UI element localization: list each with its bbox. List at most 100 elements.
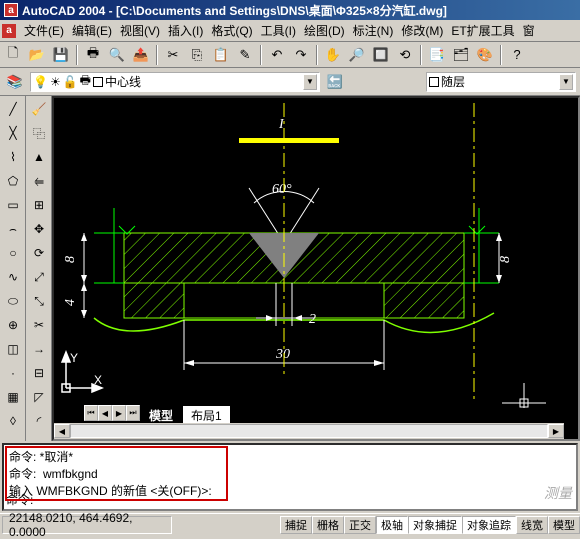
menubar: a 文件(E) 编辑(E) 视图(V) 插入(I) 格式(Q) 工具(I) 绘图… [0,20,580,42]
dim-bottom: 30 [275,347,290,362]
scale-tool[interactable]: ⤢ [28,266,50,288]
separator [420,45,422,65]
paste-button[interactable]: 📋 [210,44,232,66]
pan-button[interactable]: ✋ [322,44,344,66]
redo-button[interactable]: ↷ [290,44,312,66]
help-button[interactable]: ? [506,44,528,66]
layer-manager-button[interactable]: 📚 [4,71,26,93]
ucs-icon: Y X [58,350,104,399]
region-tool[interactable]: ◊ [2,410,24,432]
toolpalette-button[interactable]: 🎨 [474,44,496,66]
offset-tool[interactable]: ⥢ [28,170,50,192]
fillet-tool[interactable]: ◜ [28,410,50,432]
mirror-tool[interactable]: ▲ [28,146,50,168]
tab-next-button[interactable]: ▶ [112,405,126,421]
separator [156,45,158,65]
polygon-tool[interactable]: ⬠ [2,170,24,192]
scrollbar-horizontal[interactable]: ◀ ▶ [54,423,564,439]
scroll-right-button[interactable]: ▶ [548,424,564,438]
dim-h2: 4 [63,299,78,306]
ellipse-tool[interactable]: ⬭ [2,290,24,312]
layer-color-swatch [93,77,103,87]
scroll-left-button[interactable]: ◀ [54,424,70,438]
separator [500,45,502,65]
circle-tool[interactable]: ○ [2,242,24,264]
copy-button[interactable]: ⎘ [186,44,208,66]
app-icon: a [4,3,18,17]
document-icon[interactable]: a [2,24,16,38]
layer-dropdown[interactable]: 💡 ☀ 🔓 🖶 中心线 ▼ [30,72,320,92]
stretch-tool[interactable]: ⤡ [28,290,50,312]
line-tool[interactable]: ╱ [2,98,24,120]
cmd-line-2: 命令: wmfbkgnd [9,465,212,482]
toolbar-layers: 📚 💡 ☀ 🔓 🖶 中心线 ▼ 🔙 随层 ▼ [0,68,580,96]
tab-model[interactable]: 模型 [140,405,182,423]
array-tool[interactable]: ⊞ [28,194,50,216]
move-tool[interactable]: ✥ [28,218,50,240]
break-tool[interactable]: ⊟ [28,362,50,384]
plot-icon: 🖶 [80,71,91,92]
insert-tool[interactable]: ⊕ [2,314,24,336]
menu-file[interactable]: 文件(E) [20,20,68,41]
erase-tool[interactable]: 🧹 [28,98,50,120]
statusbar: 22148.0210, 464.4692, 0.0000 捕捉 栅格 正交 极轴… [0,513,580,535]
arc-tool[interactable]: ⌢ [2,218,24,240]
zoom-window-button[interactable]: 🔲 [370,44,392,66]
menu-format[interactable]: 格式(Q) [207,20,256,41]
match-button[interactable]: ✎ [234,44,256,66]
save-button[interactable]: 💾 [50,44,72,66]
point-tool[interactable]: · [2,362,24,384]
hatch-tool[interactable]: ▦ [2,386,24,408]
rectangle-tool[interactable]: ▭ [2,194,24,216]
chamfer-tool[interactable]: ◸ [28,386,50,408]
menu-window[interactable]: 窗 [519,20,539,41]
label-angle: 60° [272,182,292,197]
zoom-prev-button[interactable]: ⟲ [394,44,416,66]
menu-dimension[interactable]: 标注(N) [349,20,398,41]
cut-button[interactable]: ✂ [162,44,184,66]
xline-tool[interactable]: ╳ [2,122,24,144]
tab-prev-button[interactable]: ◀ [98,405,112,421]
print-button[interactable]: 🖶 [82,44,104,66]
drawing-canvas[interactable]: I 60° [52,96,580,441]
menu-edit[interactable]: 编辑(E) [68,20,116,41]
new-button[interactable]: 🗋 [2,44,24,66]
menu-insert[interactable]: 插入(I) [164,20,207,41]
workarea: ╱ ╳ ⌇ ⬠ ▭ ⌢ ○ ∿ ⬭ ⊕ ◫ · ▦ ◊ 🧹 ⿻ ▲ ⥢ ⊞ ✥ … [0,96,580,441]
rotate-tool[interactable]: ⟳ [28,242,50,264]
trim-tool[interactable]: ✂ [28,314,50,336]
watermark: 测量 [544,483,572,503]
linetype-dropdown[interactable]: 随层 ▼ [426,72,576,92]
chevron-down-icon[interactable]: ▼ [559,74,573,90]
menu-modify[interactable]: 修改(M) [397,20,447,41]
undo-button[interactable]: ↶ [266,44,288,66]
dim-slot: 2 [309,312,316,327]
tab-last-button[interactable]: ⏭ [126,405,140,421]
svg-text:Y: Y [70,351,78,365]
menu-et-tools[interactable]: ET扩展工具 [447,20,518,41]
scroll-track[interactable] [70,424,548,438]
extend-tool[interactable]: → [28,338,50,360]
chevron-down-icon[interactable]: ▼ [303,74,317,90]
sun-icon: ☀ [50,75,61,89]
menu-view[interactable]: 视图(V) [116,20,164,41]
menu-tools[interactable]: 工具(I) [257,20,300,41]
tab-layout1[interactable]: 布局1 [182,405,231,423]
preview-button[interactable]: 🔍 [106,44,128,66]
designcenter-button[interactable]: 🗂 [450,44,472,66]
block-tool[interactable]: ◫ [2,338,24,360]
command-line[interactable]: 命令: *取消* 命令: wmfbkgnd 输入 WMFBKGND 的新值 <关… [2,443,578,511]
svg-text:X: X [94,373,102,387]
copy-tool[interactable]: ⿻ [28,122,50,144]
spline-tool[interactable]: ∿ [2,266,24,288]
tab-first-button[interactable]: ⏮ [84,405,98,421]
publish-button[interactable]: 📤 [130,44,152,66]
zoom-realtime-button[interactable]: 🔎 [346,44,368,66]
polyline-tool[interactable]: ⌇ [2,146,24,168]
properties-button[interactable]: 📑 [426,44,448,66]
linetype-swatch [429,77,439,87]
menu-draw[interactable]: 绘图(D) [300,20,349,41]
layer-prev-button[interactable]: 🔙 [324,71,346,93]
open-button[interactable]: 📂 [26,44,48,66]
lightbulb-icon: 💡 [33,75,48,89]
